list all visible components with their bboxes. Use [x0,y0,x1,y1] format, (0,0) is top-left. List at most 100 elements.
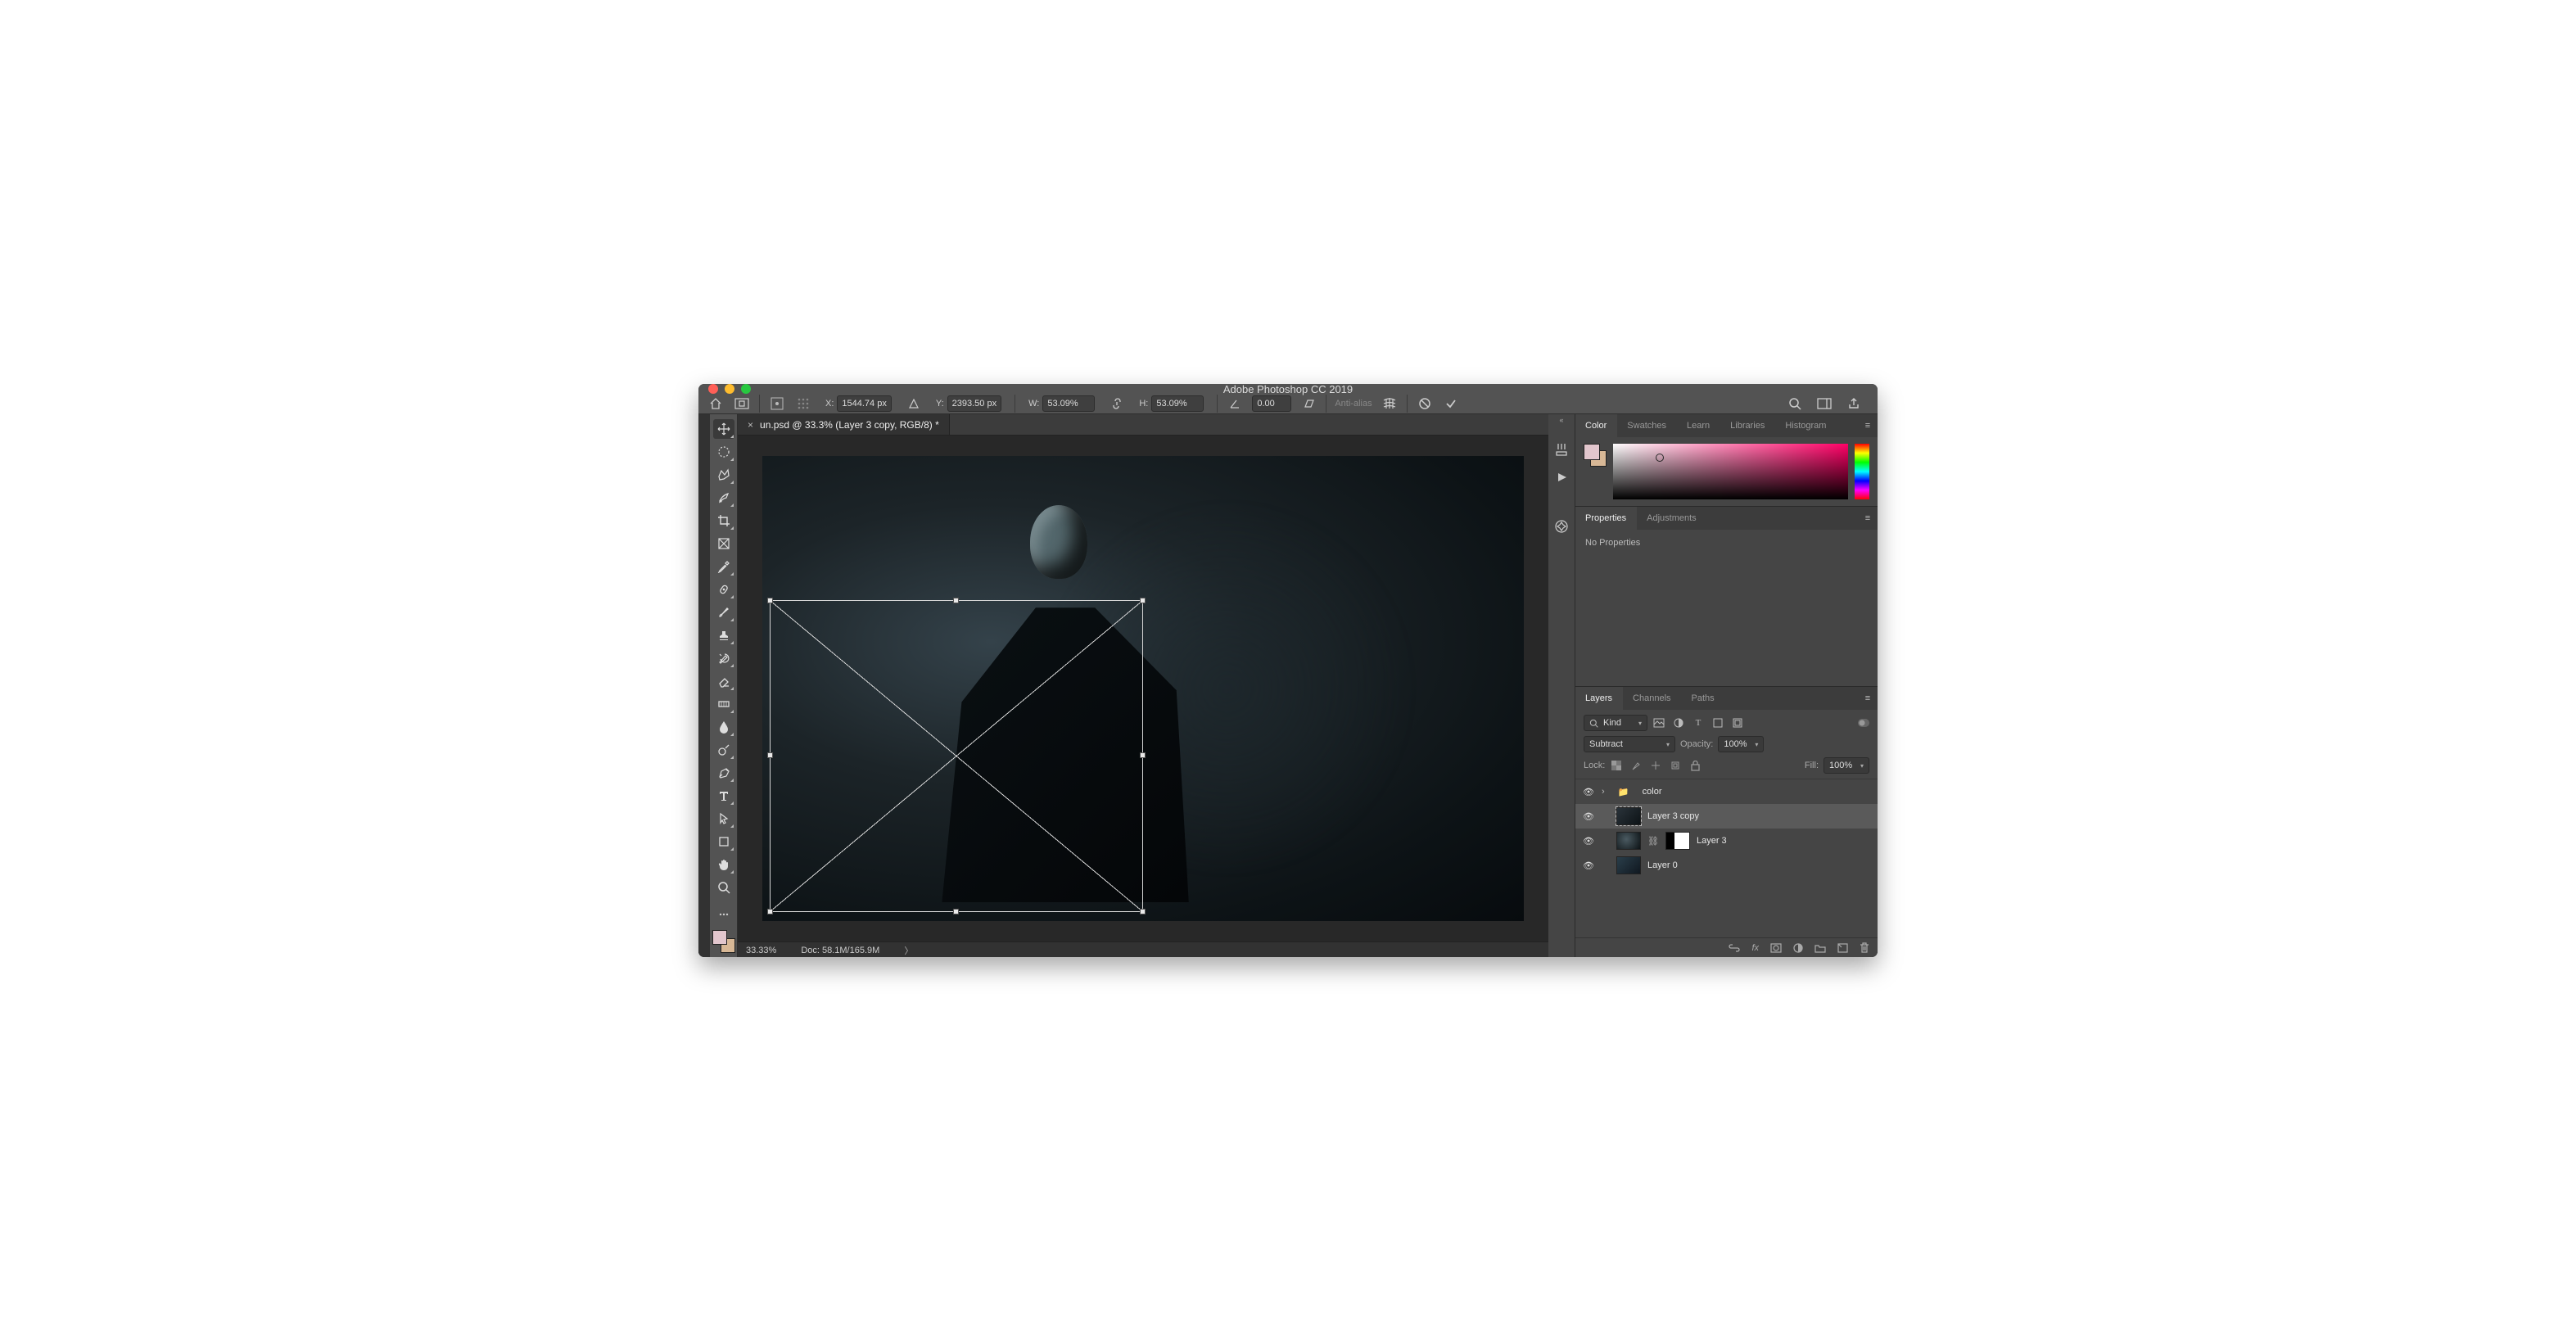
tab-histogram[interactable]: Histogram [1775,414,1837,437]
adjust-layer-icon[interactable] [1793,943,1803,953]
layer-row[interactable]: 👁 ⛓ Layer 3 [1575,829,1878,853]
layer-thumb[interactable] [1616,856,1641,874]
antialias-label[interactable]: Anti-alias [1335,399,1372,409]
y-field[interactable]: 2393.50 px [947,395,1001,412]
skew-h-icon[interactable] [1299,395,1317,413]
link-layers-icon[interactable] [1729,943,1740,953]
gradient-tool[interactable] [713,694,734,714]
transform-tool-icon[interactable] [733,395,751,413]
layer-row-group[interactable]: 👁 › 📁 color [1575,779,1878,804]
transform-handle-nw[interactable] [767,598,773,603]
tab-paths[interactable]: Paths [1682,687,1725,710]
tab-learn[interactable]: Learn [1677,414,1720,437]
delta-icon[interactable] [905,395,923,413]
pen-tool[interactable] [713,763,734,783]
status-caret-icon[interactable]: 〉 [904,944,913,957]
docsize-readout[interactable]: Doc: 58.1M/165.9M [801,946,879,955]
brush-presets-icon[interactable] [1552,440,1570,458]
navigator-icon[interactable] [1552,517,1570,535]
angle-field[interactable]: 0.00 [1252,395,1291,412]
shape-tool[interactable] [713,832,734,851]
lock-icons[interactable] [1610,759,1702,772]
link-wh-icon[interactable] [1108,395,1126,413]
picker-cursor-icon[interactable] [1656,454,1664,462]
color-swatch[interactable] [712,930,735,953]
visibility-icon[interactable]: 👁 [1582,787,1595,797]
visibility-icon[interactable]: 👁 [1582,836,1595,847]
canvas[interactable] [762,456,1525,922]
reference-point-icon[interactable] [768,395,786,413]
filter-toggle-icon[interactable] [1858,719,1869,727]
layer-mask-thumb[interactable] [1665,832,1690,850]
transform-handle-w[interactable] [767,752,773,758]
tab-libraries[interactable]: Libraries [1720,414,1775,437]
visibility-icon[interactable]: 👁 [1582,811,1595,822]
fill-field[interactable]: 100%▾ [1824,757,1869,774]
hand-tool[interactable] [713,855,734,874]
expand-panels-icon[interactable]: « [1548,416,1575,424]
color-swatch-mini[interactable] [1584,444,1607,467]
transform-handle-sw[interactable] [767,909,773,914]
h-field[interactable]: 53.09% [1151,395,1204,412]
tab-properties[interactable]: Properties [1575,507,1637,530]
transform-handle-ne[interactable] [1140,598,1146,603]
path-select-tool[interactable] [713,809,734,829]
tab-layers[interactable]: Layers [1575,687,1623,710]
hue-slider[interactable] [1855,444,1869,499]
actions-icon[interactable] [1552,468,1570,486]
lasso-tool[interactable] [713,465,734,485]
panel-menu-icon[interactable]: ≡ [1858,687,1878,710]
share-icon[interactable] [1845,395,1863,413]
transform-handle-se[interactable] [1140,909,1146,914]
frame-tool[interactable] [713,534,734,553]
layer-filter-icons[interactable]: T [1652,716,1744,729]
eraser-tool[interactable] [713,671,734,691]
tab-swatches[interactable]: Swatches [1617,414,1677,437]
canvas-viewport[interactable] [738,436,1548,941]
tab-adjustments[interactable]: Adjustments [1637,507,1707,530]
brush-tool[interactable] [713,603,734,622]
panel-menu-icon[interactable]: ≡ [1858,414,1878,437]
trash-icon[interactable] [1860,942,1869,954]
quick-select-tool[interactable] [713,488,734,508]
history-brush-tool[interactable] [713,648,734,668]
heal-tool[interactable] [713,580,734,599]
transform-handle-e[interactable] [1140,752,1146,758]
new-layer-icon[interactable] [1837,943,1848,953]
layer-row[interactable]: 👁 Layer 0 [1575,853,1878,878]
hsb-picker[interactable] [1613,444,1848,499]
minimize-window-icon[interactable] [725,384,734,394]
close-tab-icon[interactable]: × [748,419,753,431]
blur-tool[interactable] [713,717,734,737]
tab-channels[interactable]: Channels [1623,687,1681,710]
tab-color[interactable]: Color [1575,414,1617,437]
crop-tool[interactable] [713,511,734,531]
link-mask-icon[interactable]: ⛓ [1647,836,1659,847]
cancel-transform-icon[interactable] [1416,395,1434,413]
disclosure-icon[interactable]: › [1602,787,1605,797]
eyedropper-tool[interactable] [713,557,734,576]
transform-box[interactable] [770,600,1143,912]
document-tab[interactable]: × un.psd @ 33.3% (Layer 3 copy, RGB/8) * [738,414,950,435]
panel-menu-icon[interactable]: ≡ [1858,507,1878,530]
zoom-readout[interactable]: 33.33% [746,946,776,955]
stamp-tool[interactable] [713,625,734,645]
dodge-tool[interactable] [713,740,734,760]
commit-transform-icon[interactable] [1442,395,1460,413]
layer-thumb[interactable] [1616,832,1641,850]
opacity-field[interactable]: 100%▾ [1718,736,1764,752]
move-tool[interactable] [713,419,734,439]
home-icon[interactable] [707,395,725,413]
search-icon[interactable] [1786,395,1804,413]
mask-icon[interactable] [1770,943,1782,953]
edit-toolbar-icon[interactable] [713,909,734,920]
layer-thumb[interactable] [1616,807,1641,825]
transform-handle-s[interactable] [953,909,959,914]
transform-handle-n[interactable] [953,598,959,603]
workspace-icon[interactable] [1815,395,1833,413]
warp-icon[interactable] [1381,395,1399,413]
fx-icon[interactable]: fx [1751,943,1759,953]
layer-row[interactable]: 👁 Layer 3 copy [1575,804,1878,829]
zoom-tool[interactable] [713,878,734,897]
close-window-icon[interactable] [708,384,718,394]
